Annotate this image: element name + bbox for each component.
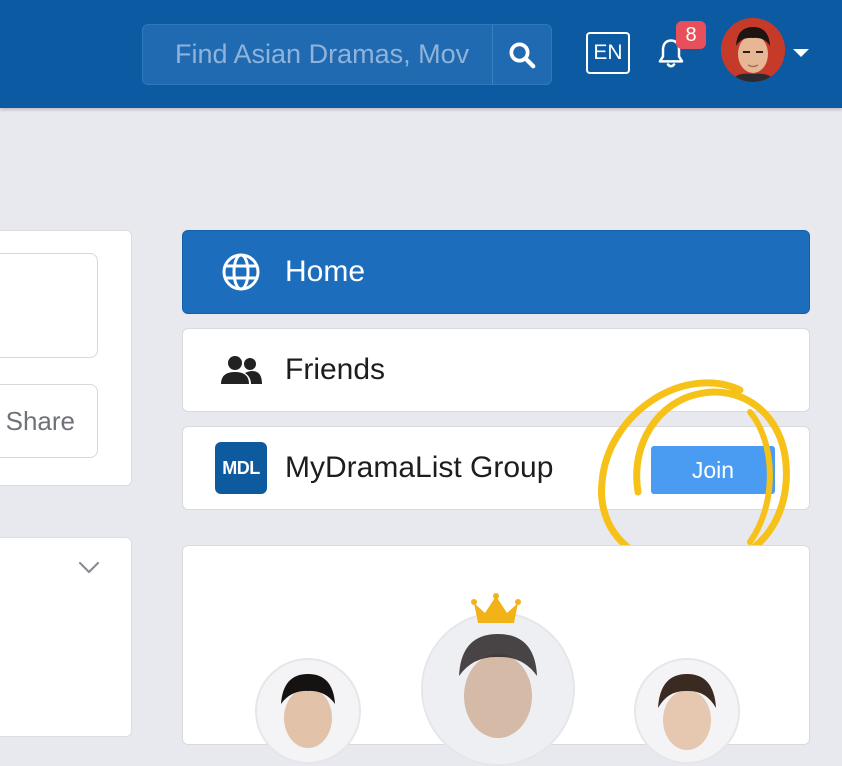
users-icon	[219, 348, 263, 392]
nav-item-mydramalist-group[interactable]: MDL MyDramaList Group Join	[182, 426, 810, 510]
nav-item-friends[interactable]: Friends	[182, 328, 810, 412]
member-avatar[interactable]	[634, 658, 740, 764]
member-avatar[interactable]	[255, 658, 361, 764]
language-selector[interactable]: EN	[586, 32, 630, 74]
top-navbar: EN 8	[0, 0, 842, 108]
search-icon	[509, 42, 536, 68]
nav-item-home[interactable]: Home	[182, 230, 810, 314]
search-button[interactable]	[492, 25, 551, 84]
globe-icon	[219, 250, 263, 294]
search-box	[142, 24, 552, 85]
nav-label-friends: Friends	[285, 353, 386, 386]
mdl-logo: MDL	[215, 442, 267, 494]
join-button[interactable]: Join	[651, 446, 775, 494]
nav-label-group: MyDramaList Group	[285, 451, 554, 484]
post-textarea[interactable]	[0, 253, 98, 358]
feed-filter-card	[0, 537, 132, 737]
member-avatar-top[interactable]	[421, 612, 575, 766]
chevron-down-icon[interactable]	[78, 561, 100, 575]
crown-icon	[471, 593, 521, 623]
share-button[interactable]: Share	[0, 384, 98, 458]
search-input[interactable]	[143, 25, 493, 84]
caret-down-icon[interactable]	[793, 48, 809, 58]
notification-badge[interactable]: 8	[676, 21, 706, 49]
avatar-image	[721, 18, 785, 82]
nav-label-home: Home	[285, 255, 366, 288]
user-avatar[interactable]	[721, 18, 785, 82]
